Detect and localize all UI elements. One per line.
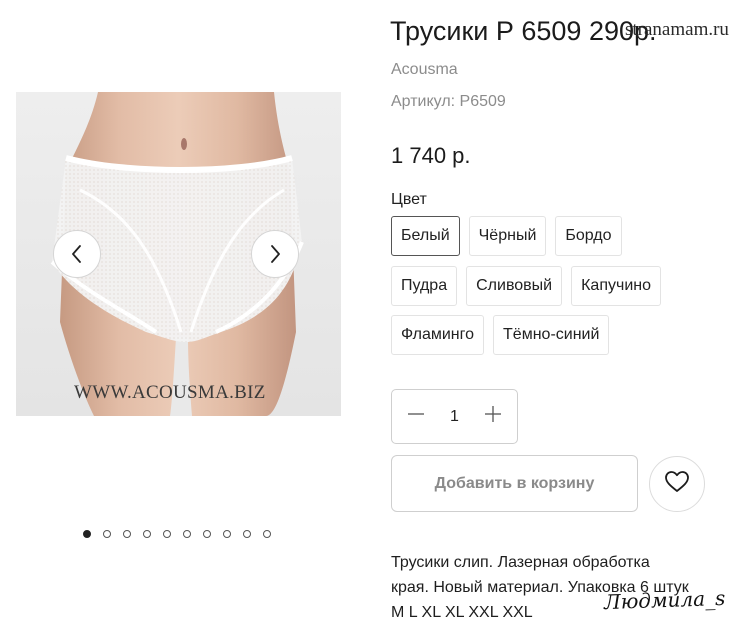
heart-icon xyxy=(664,470,690,499)
minus-icon xyxy=(407,405,425,428)
color-option-powder[interactable]: Пудра xyxy=(391,266,458,306)
color-label: Цвет xyxy=(391,191,427,208)
pagination-dot[interactable] xyxy=(123,530,131,538)
gallery-prev-button[interactable] xyxy=(53,230,101,278)
site-stamp: stranamam.ru xyxy=(625,19,729,40)
color-option-plum[interactable]: Сливовый xyxy=(466,266,563,306)
color-option-navy[interactable]: Тёмно-синий xyxy=(493,315,610,355)
pagination-dot[interactable] xyxy=(263,530,271,538)
color-option-flamingo[interactable]: Фламинго xyxy=(391,315,485,355)
product-page: WWW.ACOUSMA.BIZ Трусики Р 6509 290р. str… xyxy=(0,0,745,633)
color-options-row: Белый Чёрный Бордо xyxy=(391,216,622,256)
color-options-row: Фламинго Тёмно-синий xyxy=(391,315,610,355)
quantity-input[interactable]: 1 xyxy=(440,408,470,426)
pagination-dot[interactable] xyxy=(103,530,111,538)
color-option-cappuccino[interactable]: Капучино xyxy=(571,266,661,306)
color-option-white[interactable]: Белый xyxy=(391,216,460,256)
pagination-dot[interactable] xyxy=(243,530,251,538)
chevron-right-icon xyxy=(266,243,284,265)
product-price: 1 740 р. xyxy=(391,143,471,168)
gallery-watermark: WWW.ACOUSMA.BIZ xyxy=(74,382,266,403)
pagination-dot[interactable] xyxy=(183,530,191,538)
product-description: Трусики слип. Лазерная обработка края. Н… xyxy=(391,554,689,621)
color-options-row: Пудра Сливовый Капучино xyxy=(391,266,661,306)
product-brand: Acousma xyxy=(391,61,458,78)
add-to-cart-button[interactable]: Добавить в корзину xyxy=(391,455,638,512)
product-gallery[interactable]: WWW.ACOUSMA.BIZ xyxy=(16,92,341,416)
gallery-pagination xyxy=(83,530,271,540)
signature-watermark: Людмила_s xyxy=(603,585,726,615)
quantity-decrease-button[interactable] xyxy=(406,407,426,427)
pagination-dot[interactable] xyxy=(203,530,211,538)
quantity-stepper: 1 xyxy=(391,389,518,444)
color-option-black[interactable]: Чёрный xyxy=(468,216,547,256)
pagination-dot[interactable] xyxy=(163,530,171,538)
quantity-increase-button[interactable] xyxy=(483,405,503,428)
product-title: Трусики Р 6509 290р. xyxy=(390,16,657,46)
product-sku: Артикул: Р6509 xyxy=(391,93,506,110)
chevron-left-icon xyxy=(68,243,86,265)
pagination-dot[interactable] xyxy=(83,530,91,538)
color-option-bordeaux[interactable]: Бордо xyxy=(555,216,622,256)
pagination-dot[interactable] xyxy=(223,530,231,538)
plus-icon xyxy=(484,405,502,428)
wishlist-button[interactable] xyxy=(649,456,705,512)
gallery-next-button[interactable] xyxy=(251,230,299,278)
pagination-dot[interactable] xyxy=(143,530,151,538)
